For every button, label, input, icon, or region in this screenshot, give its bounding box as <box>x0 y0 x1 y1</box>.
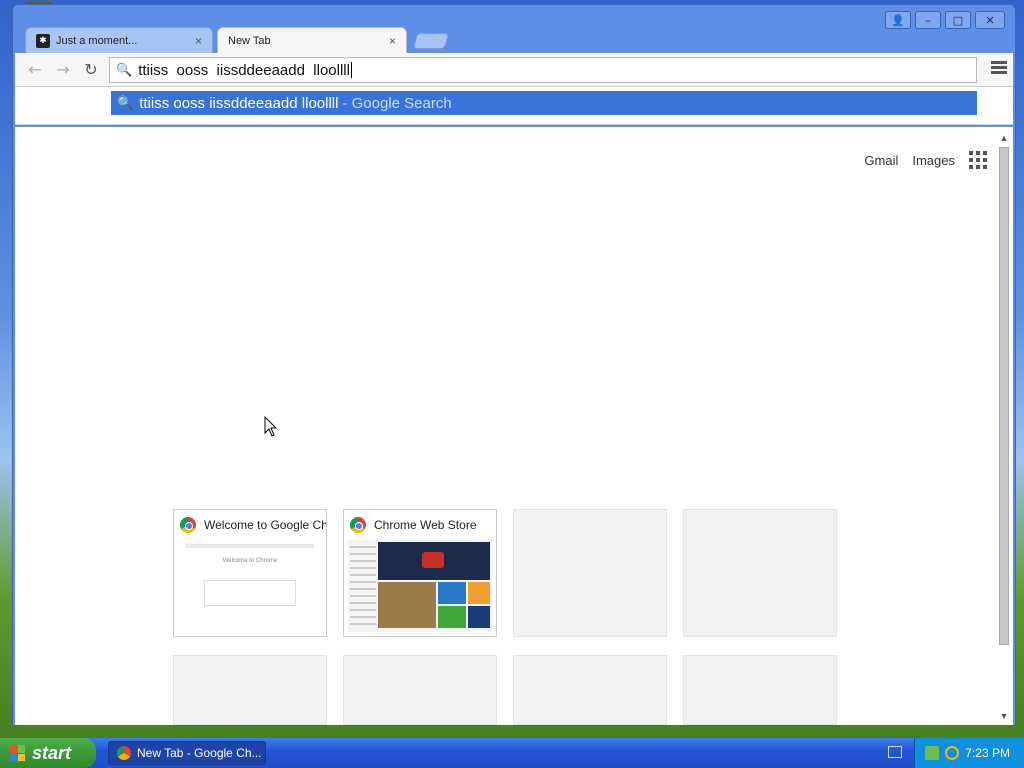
new-tab-page: Gmail Images Welcome to Google Chrome We… <box>15 127 1013 725</box>
search-icon: 🔍 <box>116 62 133 78</box>
browser-toolbar: ← → ↻ 🔍 ttiiss ooss iissddeeaadd lloolll… <box>15 53 1013 87</box>
suggestion-query: ttiiss ooss iissddeeaadd lloollll <box>139 94 339 112</box>
omnibox[interactable]: 🔍 ttiiss ooss iissddeeaadd lloollll <box>109 57 977 83</box>
chrome-menu-button[interactable] <box>991 61 1007 77</box>
ntp-top-links: Gmail Images <box>864 151 987 169</box>
site-favicon-icon: ✱ <box>36 33 50 48</box>
forward-button[interactable]: → <box>53 61 73 79</box>
close-window-button[interactable]: ✕ <box>975 11 1005 29</box>
empty-tile <box>513 509 667 637</box>
window-controls: 👤 – □ ✕ <box>885 11 1005 29</box>
empty-tile <box>683 655 837 725</box>
suggestion-suffix: - Google Search <box>342 94 452 112</box>
search-tray-icon[interactable] <box>945 746 960 760</box>
chrome-window: 👤 – □ ✕ ✱ Just a moment... × New Tab × ←… <box>12 4 1016 726</box>
scroll-up-icon[interactable]: ▲ <box>997 131 1011 145</box>
chrome-web-store-icon <box>350 517 366 533</box>
tab-close-icon[interactable]: × <box>389 34 396 48</box>
most-visited-tile[interactable]: Chrome Web Store <box>343 509 497 637</box>
minimize-button[interactable]: – <box>915 11 941 29</box>
empty-tile <box>173 655 327 725</box>
tab-close-icon[interactable]: × <box>195 34 202 48</box>
search-suggestion[interactable]: 🔍 ttiiss ooss iissddeeaadd lloollll - Go… <box>111 91 977 115</box>
vertical-scrollbar[interactable]: ▲ ▼ <box>997 131 1011 723</box>
user-profile-button[interactable]: 👤 <box>885 11 911 29</box>
omnibox-dropdown: 🔍 ttiiss ooss iissddeeaadd lloollll - Go… <box>15 87 1013 125</box>
start-label: start <box>32 742 72 763</box>
thumbnail-text: Welcome to Chrome <box>222 558 278 564</box>
tab-new-tab[interactable]: New Tab × <box>217 27 407 53</box>
scroll-down-icon[interactable]: ▼ <box>997 709 1011 723</box>
search-icon: 🔍 <box>117 95 134 111</box>
reload-button[interactable]: ↻ <box>81 61 101 79</box>
mouse-cursor-icon <box>264 416 278 437</box>
empty-tile <box>683 509 837 637</box>
taskbar-item-chrome[interactable]: New Tab - Google Ch... <box>108 741 266 765</box>
keyboard-icon[interactable] <box>888 746 902 758</box>
system-tray: 7:23 PM <box>914 738 1024 768</box>
tile-title: Welcome to Google Chrome <box>204 518 326 532</box>
tab-title: New Tab <box>228 34 271 47</box>
chrome-icon <box>180 517 196 533</box>
tile-thumbnail <box>348 540 492 632</box>
tile-thumbnail: Welcome to Chrome <box>178 540 322 632</box>
new-tab-button[interactable] <box>412 33 450 49</box>
tile-title: Chrome Web Store <box>374 518 477 532</box>
maximize-button[interactable]: □ <box>945 11 971 29</box>
empty-tile <box>343 655 497 725</box>
scroll-thumb[interactable] <box>999 147 1009 645</box>
back-button[interactable]: ← <box>25 61 45 79</box>
taskbar-item-label: New Tab - Google Ch... <box>137 746 262 760</box>
windows-logo-icon <box>10 745 26 761</box>
images-link[interactable]: Images <box>912 153 955 168</box>
start-button[interactable]: start <box>0 738 96 768</box>
text-caret <box>350 62 352 78</box>
chrome-icon <box>117 746 131 760</box>
network-icon[interactable] <box>925 746 940 760</box>
apps-grid-icon[interactable] <box>969 151 987 169</box>
most-visited-tile[interactable]: Welcome to Google Chrome Welcome to Chro… <box>173 509 327 637</box>
omnibox-text: ttiiss ooss iissddeeaadd lloollll <box>138 61 350 79</box>
tab-just-a-moment[interactable]: ✱ Just a moment... × <box>25 27 213 53</box>
gmail-link[interactable]: Gmail <box>864 153 898 168</box>
tab-title: Just a moment... <box>56 34 138 47</box>
empty-tile <box>513 655 667 725</box>
tab-strip: ✱ Just a moment... × New Tab × <box>25 27 625 53</box>
clock[interactable]: 7:23 PM <box>965 746 1010 760</box>
taskbar: start New Tab - Google Ch... 7:23 PM <box>0 738 1024 768</box>
